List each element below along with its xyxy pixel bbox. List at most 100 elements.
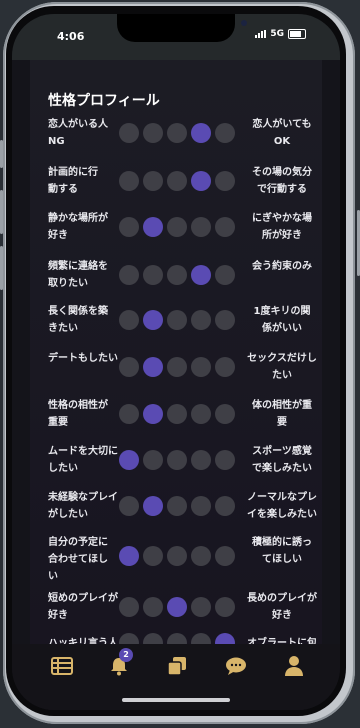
trait-left-label: ムードを大切に したい	[48, 443, 122, 477]
trait-left-text: 計画的に行	[48, 167, 98, 178]
tab-copy[interactable]	[163, 652, 191, 680]
trait-right-label: 1度キリの関 係がいい	[245, 303, 319, 337]
scale-dot[interactable]	[119, 310, 139, 330]
scale-dot[interactable]	[167, 123, 187, 143]
personality-row: 恋人がいる人 NG 恋人がいても OK	[30, 116, 322, 150]
notification-badge: 2	[119, 648, 133, 662]
scale-dot-selected[interactable]	[119, 450, 139, 470]
scale-dot-selected[interactable]	[191, 265, 211, 285]
scale-dot[interactable]	[215, 496, 235, 516]
scale-dot[interactable]	[119, 597, 139, 617]
trait-right-label: にぎやかな場 所が好き	[245, 210, 319, 244]
tab-list[interactable]	[48, 652, 76, 680]
scale-dot[interactable]	[215, 171, 235, 191]
trait-left-text: きたい	[48, 323, 78, 334]
network-label: 5G	[270, 29, 284, 39]
scale-dot[interactable]	[119, 404, 139, 424]
scale-dot-selected[interactable]	[143, 310, 163, 330]
scale-dot[interactable]	[167, 357, 187, 377]
scale-dot[interactable]	[191, 217, 211, 237]
trait-left-label: 自分の予定に 合わせてほしい	[48, 534, 122, 585]
scale-dot[interactable]	[143, 123, 163, 143]
tab-profile[interactable]	[280, 652, 308, 680]
trait-right-text: スポーツ感覚	[252, 446, 312, 457]
personality-row: 静かな場所が 好き にぎやかな場 所が好き	[30, 210, 322, 244]
trait-right-label: 長めのプレイが 好き	[245, 590, 319, 624]
trait-left-label: 静かな場所が 好き	[48, 210, 122, 244]
scale-dot[interactable]	[191, 404, 211, 424]
scale-dot[interactable]	[143, 171, 163, 191]
scale-dot[interactable]	[167, 171, 187, 191]
scale-dot[interactable]	[215, 357, 235, 377]
scale-dot[interactable]	[167, 546, 187, 566]
trait-right-text: 会う約束のみ	[252, 261, 312, 272]
trait-scale	[119, 357, 235, 377]
scale-dot-selected[interactable]	[167, 597, 187, 617]
trait-left-text: 自分の予定に	[48, 537, 108, 548]
scale-dot[interactable]	[191, 450, 211, 470]
trait-scale	[119, 597, 235, 617]
trait-right-text: にぎやかな場	[252, 213, 312, 224]
scale-dot[interactable]	[167, 450, 187, 470]
tab-chat[interactable]	[222, 652, 250, 680]
scale-dot[interactable]	[143, 450, 163, 470]
scale-dot[interactable]	[167, 217, 187, 237]
trait-right-text: 好き	[272, 610, 292, 621]
scale-dot[interactable]	[119, 217, 139, 237]
scale-dot[interactable]	[167, 404, 187, 424]
trait-left-label: 未経験なプレイ がしたい	[48, 489, 122, 523]
scale-dot[interactable]	[215, 450, 235, 470]
personality-profile-card: 性格プロフィール 恋人がいる人 NG 恋人がいても OK 計画的に行 動する その場の気分で…	[30, 60, 322, 710]
trait-right-label: セックスだけし たい	[245, 350, 319, 384]
scale-dot[interactable]	[191, 546, 211, 566]
trait-scale	[119, 404, 235, 424]
scale-dot[interactable]	[119, 357, 139, 377]
trait-right-text: その場の気分	[252, 167, 312, 178]
scale-dot-selected[interactable]	[143, 496, 163, 516]
scale-dot[interactable]	[215, 265, 235, 285]
scale-dot-selected[interactable]	[191, 171, 211, 191]
trait-right-text: 要	[277, 417, 287, 428]
trait-scale	[119, 123, 235, 143]
scale-dot[interactable]	[167, 496, 187, 516]
scale-dot[interactable]	[191, 597, 211, 617]
scale-dot[interactable]	[167, 310, 187, 330]
trait-left-text: 合わせてほし	[48, 554, 108, 565]
scale-dot[interactable]	[191, 310, 211, 330]
scale-dot[interactable]	[215, 404, 235, 424]
trait-scale	[119, 217, 235, 237]
trait-left-text: 短めのプレイが	[48, 593, 118, 604]
scale-dot-selected[interactable]	[119, 546, 139, 566]
scale-dot[interactable]	[119, 265, 139, 285]
scale-dot[interactable]	[143, 546, 163, 566]
scale-dot[interactable]	[191, 496, 211, 516]
scale-dot-selected[interactable]	[143, 357, 163, 377]
scale-dot[interactable]	[143, 265, 163, 285]
scale-dot[interactable]	[215, 597, 235, 617]
tab-notifications[interactable]: 2	[105, 648, 133, 680]
trait-right-text: 体の相性が重	[252, 400, 312, 411]
trait-left-text: ムードを大切に	[48, 446, 118, 457]
trait-scale	[119, 310, 235, 330]
trait-left-text: 取りたい	[48, 278, 88, 289]
scale-dot-selected[interactable]	[191, 123, 211, 143]
trait-right-label: スポーツ感覚 で楽しみたい	[245, 443, 319, 477]
scale-dot[interactable]	[215, 546, 235, 566]
scale-dot[interactable]	[119, 171, 139, 191]
trait-scale	[119, 265, 235, 285]
scale-dot-selected[interactable]	[143, 404, 163, 424]
scale-dot[interactable]	[119, 123, 139, 143]
scale-dot[interactable]	[215, 310, 235, 330]
trait-right-text: 1度キリの関	[253, 306, 311, 317]
scale-dot[interactable]	[215, 217, 235, 237]
scale-dot[interactable]	[191, 357, 211, 377]
scale-dot[interactable]	[143, 597, 163, 617]
trait-right-text: 係がいい	[262, 323, 302, 334]
personality-rows: 恋人がいる人 NG 恋人がいても OK 計画的に行 動する その場の気分 で行動する 静かな場所…	[30, 60, 322, 660]
trait-right-label: その場の気分 で行動する	[245, 164, 319, 198]
trait-right-text: で楽しみたい	[252, 463, 312, 474]
scale-dot[interactable]	[215, 123, 235, 143]
scale-dot[interactable]	[119, 496, 139, 516]
scale-dot[interactable]	[167, 265, 187, 285]
scale-dot-selected[interactable]	[143, 217, 163, 237]
